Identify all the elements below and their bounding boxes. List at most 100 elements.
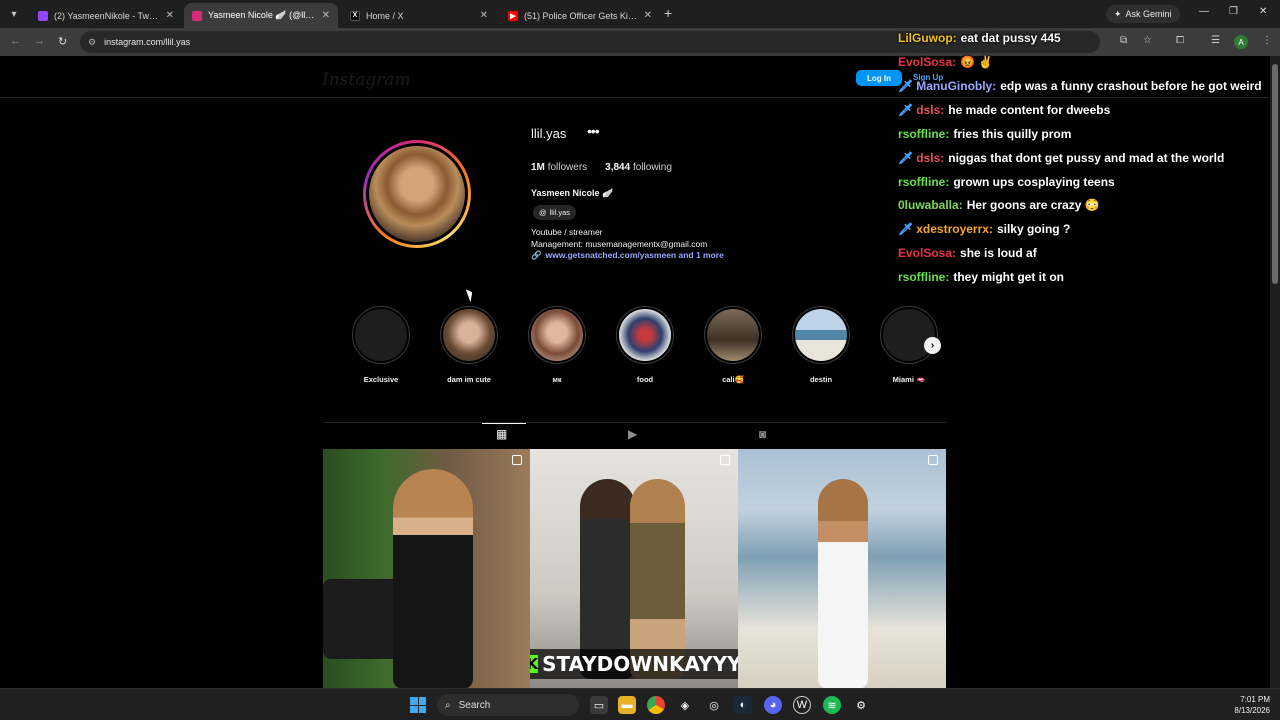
steam-icon[interactable]: ◐ [734, 696, 752, 714]
highlight-item[interactable]: food [615, 306, 675, 384]
youtube-icon: ▶ [508, 10, 518, 21]
highlight-item[interactable]: cali🥰 [703, 306, 763, 384]
tab-twitch[interactable]: (2) YasmeenNikole - Twitch ✕ [30, 3, 182, 28]
profile-tabs: ▦ ▶ ◙ [323, 422, 946, 442]
highlights-next-icon[interactable]: › [924, 337, 941, 354]
tab-title: (2) YasmeenNikole - Twitch [54, 10, 160, 21]
stream-overlay-banner: K STAYDOWNKAYYY [530, 649, 738, 679]
chat-message: 🗡 ManuGinobly: edp was a funny crashout be… [898, 79, 1262, 93]
spotify-icon[interactable]: ≋ [823, 696, 841, 714]
close-icon[interactable]: ✕ [166, 10, 174, 21]
post-image-detail [393, 469, 473, 688]
bio: Youtube / streamer Management: musemanag… [531, 226, 707, 250]
windows-start-icon[interactable] [410, 697, 426, 713]
scrollbar-thumb[interactable] [1272, 64, 1278, 284]
close-window-icon[interactable]: ✕ [1259, 6, 1267, 17]
reels-icon[interactable]: ▶ [628, 427, 637, 441]
taskbar-clock[interactable]: 7:01 PM 8/13/2026 [1226, 694, 1270, 716]
posts-grid-icon[interactable]: ▦ [496, 427, 507, 441]
post-tile[interactable] [323, 449, 530, 688]
highlight-cover [443, 309, 495, 361]
chrome-icon[interactable] [647, 696, 665, 714]
bio-link[interactable]: 🔗 www.getsnatched.com/yasmeen and 1 more [531, 250, 724, 261]
posts-grid: K STAYDOWNKAYYY [323, 449, 946, 688]
taskbar-search[interactable]: ⌕ Search [437, 694, 579, 716]
x-logo-icon: X [350, 10, 360, 21]
login-button[interactable]: Log In [856, 70, 902, 86]
sword-badge-icon: 🗡 [898, 103, 914, 117]
highlight-item[interactable]: dam im cute [439, 306, 499, 384]
highlight-label: food [636, 375, 654, 384]
kick-logo-icon: K [530, 655, 539, 673]
reload-icon[interactable]: ↻ [58, 35, 67, 48]
carousel-icon [928, 455, 938, 465]
chat-nick: ManuGinobly: [916, 79, 997, 93]
chat-text: she is loud af [960, 246, 1037, 260]
chat-text: grown ups cosplaying teens [953, 175, 1115, 189]
profile-avatar[interactable]: A [1234, 35, 1248, 49]
full-name: Yasmeen Nicole 🪽 [531, 188, 614, 198]
menu-dots-icon[interactable]: ⋮ [1262, 35, 1272, 46]
threads-badge[interactable]: @ llil.yas [533, 205, 577, 220]
following-stat[interactable]: 3,844 following [605, 162, 672, 173]
back-icon[interactable]: ← [10, 35, 21, 47]
highlight-cover [883, 309, 935, 361]
bio-line: Management: musemanagementx@gmail.com [531, 239, 708, 249]
tab-search-icon[interactable]: ▾ [4, 4, 24, 24]
chat-nick: xdestroyerrx: [916, 222, 993, 236]
windows-taskbar: ⌕ Search ▭ ▬ ◈ ◎ ◐ ◕ W ≋ ⚙ 7:01 PM 8/13/… [0, 688, 1280, 720]
settings-gear-icon[interactable]: ⚙ [852, 696, 870, 714]
chat-text: 😡 ✌️ [960, 55, 994, 69]
chat-message: rsoffline: fries this quilly prom [898, 127, 1071, 141]
post-tile[interactable] [738, 449, 946, 688]
more-options-icon[interactable]: ••• [587, 123, 600, 139]
forward-icon[interactable]: → [34, 35, 45, 47]
carousel-icon [720, 455, 730, 465]
task-view-icon[interactable]: ▭ [590, 696, 608, 714]
followers-stat[interactable]: 1M followers [531, 162, 587, 173]
highlight-item[interactable]: мк [527, 306, 587, 384]
game-icon[interactable]: ◈ [676, 696, 694, 714]
tagged-icon[interactable]: ◙ [759, 427, 766, 441]
close-icon[interactable]: ✕ [644, 10, 652, 21]
tab-x[interactable]: X Home / X ✕ [342, 3, 496, 28]
highlight-label: мк [552, 375, 562, 384]
ask-gemini-button[interactable]: ✦ Ask Gemini [1106, 5, 1180, 23]
clock-date: 8/13/2026 [1234, 706, 1270, 715]
profile-photo [369, 146, 465, 242]
discord-icon[interactable]: ◕ [764, 696, 782, 714]
restore-icon[interactable]: ❐ [1229, 6, 1238, 17]
chat-message: LilGuwop: eat dat pussy 445 [898, 31, 1061, 45]
highlight-cover [355, 309, 407, 361]
post-tile[interactable]: K STAYDOWNKAYYY [530, 449, 738, 688]
reading-list-icon[interactable]: ☰ [1211, 35, 1220, 46]
close-icon[interactable]: ✕ [480, 10, 488, 21]
close-icon[interactable]: ✕ [322, 10, 330, 21]
highlight-label: Exclusive [363, 375, 399, 384]
instagram-logo[interactable]: Instagram [322, 70, 411, 90]
page-scrollbar[interactable] [1270, 56, 1280, 688]
threads-handle: llil.yas [549, 208, 571, 217]
highlight-cover [795, 309, 847, 361]
wordpress-icon[interactable]: W [793, 696, 811, 714]
chat-text: niggas that dont get pussy and mad at th… [948, 151, 1225, 165]
file-explorer-icon[interactable]: ▬ [618, 696, 636, 714]
minimize-icon[interactable]: — [1199, 6, 1209, 17]
chat-nick: EvolSosa: [898, 246, 957, 260]
obs-icon[interactable]: ◎ [705, 696, 723, 714]
new-tab-button[interactable]: + [664, 5, 672, 21]
chat-text: edp was a funny crashout before he got w… [1000, 79, 1262, 93]
tab-instagram[interactable]: Yasmeen Nicole 🪽 (@llil.yas) • I ✕ [184, 3, 338, 28]
bookmark-star-icon[interactable]: ☆ [1143, 35, 1152, 46]
ask-gemini-label: Ask Gemini [1125, 9, 1172, 19]
highlight-item[interactable]: destin [791, 306, 851, 384]
extensions-icon[interactable]: ⧠ [1176, 35, 1184, 46]
site-info-icon[interactable]: ⚙ [88, 37, 96, 48]
highlight-item[interactable]: Exclusive [351, 306, 411, 384]
install-app-icon[interactable]: ⧉ [1120, 35, 1127, 46]
tab-title: Home / X [366, 10, 404, 21]
search-icon: ⌕ [445, 699, 451, 711]
tab-youtube[interactable]: ▶ (51) Police Officer Gets Kidnapp ✕ [500, 3, 660, 28]
profile-stats: 1M followers 3,844 following [531, 162, 672, 173]
profile-picture[interactable] [363, 140, 471, 248]
